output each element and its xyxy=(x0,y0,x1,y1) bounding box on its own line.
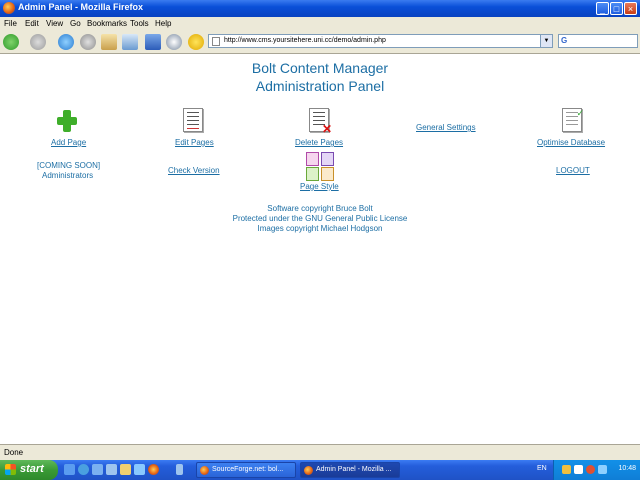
tray-icon-1[interactable] xyxy=(562,465,571,474)
maximize-button[interactable]: □ xyxy=(610,2,623,15)
address-bar[interactable]: http://www.cms.yoursitehere.uni.cc/demo/… xyxy=(208,34,553,48)
menu-edit[interactable]: Edit xyxy=(25,19,39,28)
status-bar: Done xyxy=(0,444,640,461)
google-search-icon: G xyxy=(561,36,568,45)
firefox-quicklaunch-icon[interactable] xyxy=(148,464,159,475)
optimise-database-link[interactable]: Optimise Database xyxy=(537,138,605,147)
checkmark-icon: ✓ xyxy=(576,108,584,118)
quicklaunch-expand-icon[interactable] xyxy=(176,464,183,475)
tray-icon-2[interactable] xyxy=(574,465,583,474)
add-page-icon[interactable] xyxy=(57,110,77,132)
general-settings-link[interactable]: General Settings xyxy=(416,123,476,132)
menu-bookmarks[interactable]: Bookmarks xyxy=(87,19,127,28)
page-content: Bolt Content Manager Administration Pane… xyxy=(0,54,640,444)
tray-icon-3[interactable] xyxy=(586,465,595,474)
add-page-link[interactable]: Add Page xyxy=(51,138,86,147)
copyright-images: Images copyright Michael Hodgson xyxy=(257,224,383,233)
internet-explorer-icon[interactable] xyxy=(78,464,89,475)
administrators-label: Administrators xyxy=(42,171,94,180)
menu-go[interactable]: Go xyxy=(70,19,81,28)
menu-tools[interactable]: Tools xyxy=(130,19,149,28)
system-tray: 10:48 xyxy=(553,460,640,480)
url-dropdown-icon[interactable]: ▼ xyxy=(540,35,552,47)
edit-pages-link[interactable]: Edit Pages xyxy=(175,138,214,147)
start-label: start xyxy=(20,463,44,475)
delete-pages-link[interactable]: Delete Pages xyxy=(295,138,343,147)
menu-file[interactable]: File xyxy=(4,19,17,28)
windows-logo-icon xyxy=(5,464,16,475)
page-style-icon[interactable] xyxy=(306,152,334,181)
copyright-software: Software copyright Bruce Bolt xyxy=(267,204,373,213)
smiley-icon[interactable] xyxy=(188,34,204,50)
mail-icon[interactable] xyxy=(122,34,138,50)
start-button[interactable]: start xyxy=(0,460,58,480)
reload-icon[interactable] xyxy=(58,34,74,50)
window-title: Admin Panel - Mozilla Firefox xyxy=(18,2,144,12)
search-input[interactable]: G xyxy=(558,34,638,48)
taskbar: start SourceForge.net: bol... Admin Pane… xyxy=(0,460,640,480)
firefox-task-icon xyxy=(200,466,209,475)
firefox-task-icon xyxy=(304,466,313,475)
checklist-icon[interactable]: ✓ xyxy=(562,108,584,132)
edit-pages-icon[interactable] xyxy=(183,108,203,132)
folder-icon[interactable] xyxy=(120,464,131,475)
bookmarks-icon[interactable] xyxy=(145,34,161,50)
page-subtitle: Administration Panel xyxy=(255,78,385,94)
forward-icon[interactable] xyxy=(30,34,46,50)
delete-pages-icon[interactable]: ✕ xyxy=(309,108,332,136)
menu-view[interactable]: View xyxy=(46,19,63,28)
home-icon[interactable] xyxy=(101,34,117,50)
page-title: Bolt Content Manager xyxy=(251,60,389,76)
back-icon[interactable] xyxy=(3,34,19,50)
minimize-button[interactable]: _ xyxy=(596,2,609,15)
task-label: SourceForge.net: bol... xyxy=(212,466,284,473)
page-icon xyxy=(212,37,220,46)
history-icon[interactable] xyxy=(166,34,182,50)
url-text[interactable]: http://www.cms.yoursitehere.uni.cc/demo/… xyxy=(224,37,386,44)
media-icon[interactable] xyxy=(106,464,117,475)
logout-link[interactable]: LOGOUT xyxy=(556,166,590,175)
volume-icon[interactable] xyxy=(598,465,607,474)
task-label: Admin Panel - Mozilla ... xyxy=(316,466,392,473)
check-version-link[interactable]: Check Version xyxy=(168,166,220,175)
messenger-icon[interactable] xyxy=(134,464,145,475)
menu-help[interactable]: Help xyxy=(155,19,171,28)
menu-bar: File Edit View Go Bookmarks Tools Help xyxy=(0,17,640,32)
firefox-icon xyxy=(3,2,15,14)
language-indicator[interactable]: EN xyxy=(537,465,547,472)
coming-soon-label: [COMING SOON] xyxy=(37,161,101,170)
mail-quicklaunch-icon[interactable] xyxy=(92,464,103,475)
title-bar: Admin Panel - Mozilla Firefox _ □ × xyxy=(0,0,640,17)
task-admin-panel[interactable]: Admin Panel - Mozilla ... xyxy=(300,462,400,478)
task-sourceforge[interactable]: SourceForge.net: bol... xyxy=(196,462,296,478)
page-style-link[interactable]: Page Style xyxy=(300,182,339,191)
delete-x-icon: ✕ xyxy=(321,122,332,136)
status-text: Done xyxy=(4,448,24,457)
stop-icon[interactable] xyxy=(80,34,96,50)
copyright-license: Protected under the GNU General Public L… xyxy=(232,214,408,223)
close-button[interactable]: × xyxy=(624,2,637,15)
clock: 10:48 xyxy=(618,465,636,472)
desktop-icon[interactable] xyxy=(64,464,75,475)
